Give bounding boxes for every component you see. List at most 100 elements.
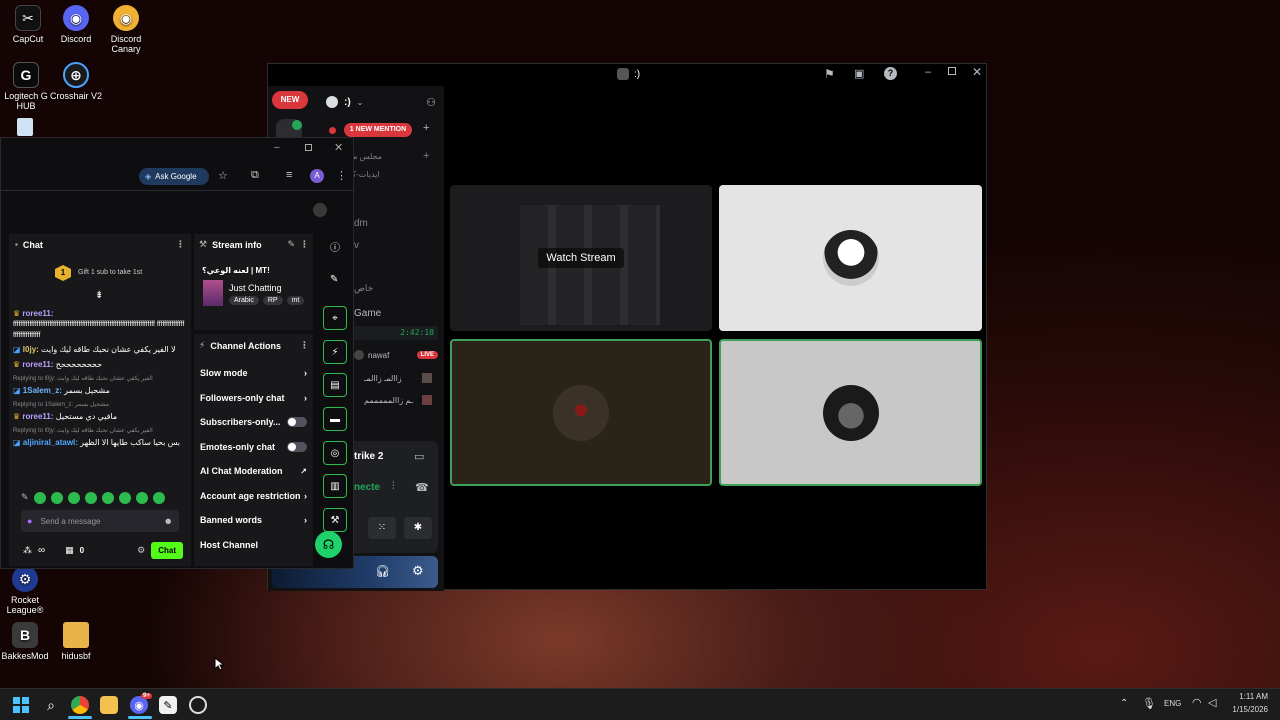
desktop-icon-rocket-league[interactable]: ⚙ Rocket League® bbox=[0, 566, 53, 615]
emote-icon[interactable] bbox=[152, 492, 165, 504]
activities-button[interactable]: ⁙ bbox=[368, 517, 396, 539]
clock-time[interactable]: 1:11 AM bbox=[1222, 692, 1268, 701]
avatar[interactable] bbox=[313, 203, 327, 217]
tag-pill[interactable]: Arabic bbox=[229, 296, 259, 305]
file-explorer-icon[interactable] bbox=[100, 696, 118, 714]
server-header[interactable]: :) ⌄ ⚇ bbox=[326, 94, 436, 110]
settings-gear-icon[interactable]: ⚙ bbox=[412, 563, 424, 579]
voice-user[interactable]: زاالمـ زاالمـ bbox=[364, 373, 432, 383]
notepad-icon[interactable]: ✎ bbox=[159, 696, 177, 714]
inbox-icon[interactable]: ▣ bbox=[854, 67, 864, 80]
emoji-icon[interactable]: ☻ bbox=[164, 516, 173, 526]
headphones-icon[interactable]: 🎧︎ bbox=[375, 564, 390, 578]
watch-stream-button[interactable]: Watch Stream bbox=[538, 248, 624, 268]
menu-kebab-icon[interactable]: ⋮ bbox=[336, 169, 347, 182]
participant-tile[interactable] bbox=[719, 185, 982, 331]
chat-settings-icon[interactable]: ⚙ bbox=[137, 545, 145, 556]
tag-pill[interactable]: mt bbox=[286, 296, 305, 305]
desktop-icon-discord[interactable]: ◉ Discord bbox=[48, 5, 104, 44]
emote-icon[interactable] bbox=[135, 492, 148, 504]
headset-support-button[interactable]: ☊ bbox=[315, 531, 342, 558]
ai-moderation-row[interactable]: AI Chat Moderation ↗ bbox=[194, 459, 313, 484]
desktop-icon-discord-canary[interactable]: ◉ Discord Canary bbox=[98, 5, 154, 54]
rail-tools-button[interactable]: ⚒ bbox=[323, 508, 347, 532]
desktop-icon-bakkesmod[interactable]: B BakkesMod bbox=[0, 622, 53, 661]
ask-google-button[interactable]: ◈ Ask Google bbox=[139, 168, 209, 185]
emotes-only-toggle[interactable] bbox=[287, 441, 307, 452]
rail-queue-button[interactable]: ▥ bbox=[323, 474, 347, 498]
noise-suppression-icon[interactable]: ⫶ bbox=[392, 481, 395, 492]
stream-tile[interactable]: Watch Stream bbox=[450, 185, 712, 331]
chevron-up-icon[interactable]: ⌃ bbox=[1120, 698, 1128, 709]
info-icon[interactable]: ⓘ bbox=[330, 239, 340, 254]
screen-share-icon[interactable]: ▭ bbox=[414, 450, 424, 463]
help-icon[interactable]: ? bbox=[884, 67, 897, 80]
panel-menu-icon[interactable]: ⋮ bbox=[300, 340, 309, 351]
add-member-icon[interactable]: ⚇ bbox=[426, 96, 436, 109]
emote-icon[interactable] bbox=[101, 492, 114, 504]
collapse-icon[interactable]: ⇟ bbox=[95, 290, 103, 301]
disconnect-icon[interactable]: ☎ bbox=[415, 481, 429, 494]
tag-pill[interactable]: RP bbox=[262, 296, 283, 305]
channel-points-icon[interactable]: ▦ bbox=[65, 545, 74, 556]
chat-send-button[interactable]: Chat bbox=[151, 541, 183, 559]
participant-tile-speaking[interactable] bbox=[719, 339, 982, 486]
voice-user[interactable]: ـم زاالمممممم bbox=[364, 395, 432, 405]
bookmark-star-icon[interactable]: ☆ bbox=[218, 169, 228, 182]
chat-username[interactable]: roree11: bbox=[22, 360, 53, 369]
close-button[interactable]: ✕ bbox=[972, 65, 982, 79]
recycle-bin-icon[interactable] bbox=[17, 118, 33, 136]
channel-item[interactable]: خاص bbox=[354, 283, 373, 294]
chrome-icon[interactable] bbox=[71, 696, 89, 714]
emote-icon[interactable] bbox=[50, 492, 63, 504]
emote-icon[interactable] bbox=[33, 492, 46, 504]
language-indicator[interactable]: ENG bbox=[1164, 699, 1181, 708]
soundboard-button[interactable]: ✱ bbox=[404, 517, 432, 539]
add-channel-icon[interactable]: + bbox=[423, 122, 429, 134]
emote-icon[interactable] bbox=[67, 492, 80, 504]
steam-icon[interactable] bbox=[189, 696, 207, 714]
close-button[interactable]: ✕ bbox=[334, 141, 343, 154]
account-age-row[interactable]: Account age restriction › bbox=[194, 484, 313, 509]
reply-context[interactable]: Replying to l0jy: الفير يكفي عشان نحبك ط… bbox=[13, 374, 185, 385]
chat-username[interactable]: l0jy: bbox=[23, 345, 39, 354]
extensions-icon[interactable]: ⧉ bbox=[251, 169, 259, 182]
followers-only-row[interactable]: Followers-only chat › bbox=[194, 386, 313, 411]
voice-user[interactable]: nawaf LIVE bbox=[354, 350, 438, 360]
minimize-button[interactable]: – bbox=[274, 142, 280, 153]
windows-start-icon[interactable] bbox=[12, 696, 30, 714]
channel-item[interactable]: dm bbox=[354, 218, 368, 229]
add-channel-icon[interactable]: + bbox=[423, 150, 429, 162]
clock-date[interactable]: 1/15/2026 bbox=[1222, 705, 1268, 714]
desktop-icon-crosshair[interactable]: ⊕ Crosshair V2 bbox=[48, 62, 104, 101]
subscribers-only-toggle[interactable] bbox=[287, 417, 307, 428]
reply-context[interactable]: Replying to l0jy: الفير يكفي عشان نحبك ط… bbox=[13, 426, 185, 437]
rail-broadcast-button[interactable]: ◎ bbox=[323, 441, 347, 465]
host-channel-row[interactable]: Host Channel bbox=[194, 533, 313, 558]
emote-icon[interactable] bbox=[118, 492, 131, 504]
chat-menu-icon[interactable]: ⋮ bbox=[176, 239, 185, 250]
maximize-button[interactable] bbox=[305, 144, 312, 151]
mention-badge[interactable]: 1 NEW MENTION bbox=[344, 123, 412, 137]
pen-icon[interactable]: ✎ bbox=[21, 492, 29, 504]
panel-menu-icon[interactable]: ⋮ bbox=[300, 239, 309, 250]
rail-actions-button[interactable]: ⚡︎ bbox=[323, 340, 347, 364]
category-box-art[interactable] bbox=[203, 280, 223, 306]
rail-chat-button[interactable]: ▬ bbox=[323, 407, 347, 431]
voice-channel-item[interactable]: Game bbox=[354, 308, 381, 319]
media-controls-icon[interactable]: ≡ bbox=[286, 169, 292, 181]
gift-sub-text[interactable]: Gift 1 sub to take 1st bbox=[78, 269, 142, 276]
microphone-icon[interactable]: 🎙︎ bbox=[1142, 697, 1156, 710]
chat-username[interactable]: aljiniral_atawl: bbox=[23, 438, 78, 447]
channel-item[interactable]: v bbox=[354, 240, 359, 251]
reply-context[interactable]: Replying to 1Salem_z: مشحيل بسمر bbox=[13, 400, 185, 411]
new-badge[interactable]: NEW bbox=[272, 91, 308, 109]
desktop-icon-logitech[interactable]: G Logitech G HUB bbox=[0, 62, 54, 111]
slow-mode-row[interactable]: Slow mode › bbox=[194, 361, 313, 386]
chat-username[interactable]: 1Salem_z: bbox=[23, 386, 62, 395]
microphone-icon[interactable]: ● bbox=[27, 516, 32, 526]
wifi-icon[interactable]: ◠ bbox=[1192, 696, 1202, 709]
rail-focus-button[interactable]: ⌖ bbox=[323, 306, 347, 330]
edit-pencil-icon[interactable]: ✎ bbox=[330, 274, 338, 285]
banned-words-row[interactable]: Banned words › bbox=[194, 508, 313, 533]
